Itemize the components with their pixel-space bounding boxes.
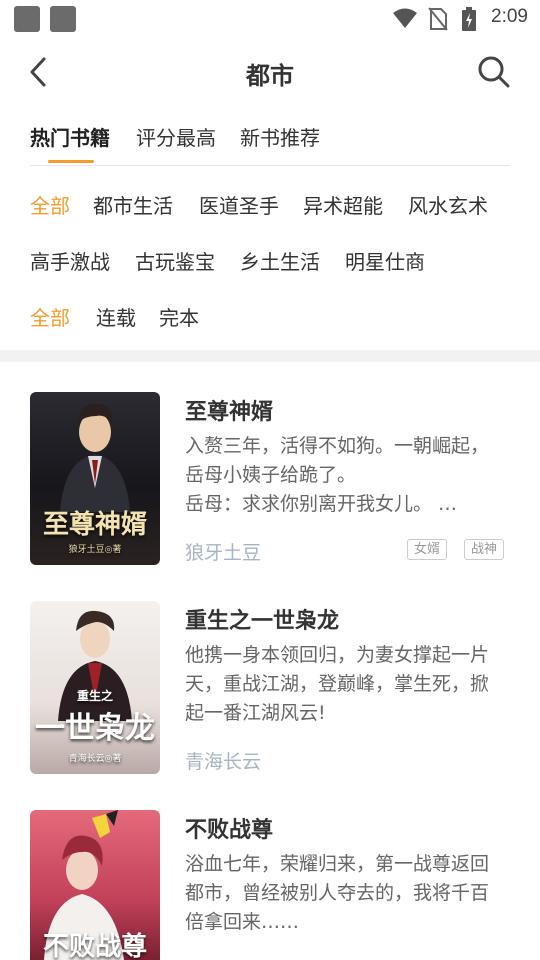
- cover-author: 青海长云◎著: [68, 754, 122, 764]
- tab-active-indicator: [48, 160, 94, 163]
- status-bar: 2:09: [0, 0, 540, 36]
- book-title: 至尊神婿: [185, 400, 274, 425]
- filter-chip[interactable]: 风水玄术: [408, 191, 488, 221]
- cover-title: 不败战尊: [42, 932, 147, 960]
- status-chip-serializing[interactable]: 连载: [96, 303, 136, 333]
- status-filter-row: 全部 连载 完本: [30, 303, 510, 333]
- book-list-item[interactable]: 不败战尊 不败战尊 浴血七年，荣耀归来，第一战尊返回都市，曾经被别人夺去的，我将…: [30, 810, 520, 960]
- tab-new-books[interactable]: 新书推荐: [240, 124, 320, 166]
- book-list-item[interactable]: 重生之 一世枭龙 青海长云◎著 重生之一世枭龙 他携一身本领回归，为妻女撑起一片…: [30, 601, 520, 776]
- filter-chip[interactable]: 高手激战: [30, 247, 110, 277]
- book-description: 他携一身本领回归，为妻女撑起一片天，重战江湖，登巅峰，掌生死，掀起一番江湖风云!: [185, 644, 490, 724]
- book-description: 入赘三年，活得不如狗。一朝崛起，岳母小姨子给跪了。 岳母：求求你别离开我女儿。 …: [185, 435, 490, 515]
- book-title: 不败战尊: [185, 818, 274, 843]
- tab-top-rated[interactable]: 评分最高: [136, 124, 216, 166]
- filter-chip[interactable]: 古玩鉴宝: [135, 247, 215, 277]
- search-button[interactable]: [476, 54, 512, 90]
- book-list-item[interactable]: 至尊神婿 狼牙土豆◎著 至尊神婿 入赘三年，活得不如狗。一朝崛起，岳母小姨子给跪…: [30, 392, 520, 567]
- book-tag: 女婿: [407, 539, 448, 560]
- filter-chip[interactable]: 明星仕商: [345, 247, 425, 277]
- category-filter-row: 全部 都市生活 医道圣手 异术超能 风水玄术: [30, 191, 510, 221]
- tab-bar: 热门书籍 评分最高 新书推荐: [30, 124, 510, 166]
- status-chip-completed[interactable]: 完本: [159, 303, 199, 333]
- notification-icon: [14, 6, 40, 32]
- book-cover: 重生之 一世枭龙 青海长云◎著: [30, 601, 160, 774]
- book-author: 青海长云: [185, 751, 262, 773]
- filter-chip[interactable]: 都市生活: [93, 191, 173, 221]
- filter-chip-all[interactable]: 全部: [30, 191, 70, 221]
- category-filter-row: 高手激战 古玩鉴宝 乡土生活 明星仕商: [30, 247, 510, 277]
- status-chip-all[interactable]: 全部: [30, 303, 70, 333]
- wifi-icon: [393, 8, 417, 28]
- clock-time: 2:09: [491, 6, 528, 27]
- no-sim-icon: [428, 7, 448, 31]
- notification-icon: [50, 6, 76, 32]
- battery-charging-icon: [462, 7, 476, 31]
- cover-subtitle: 重生之: [76, 689, 113, 703]
- cover-title: 至尊神婿: [42, 510, 147, 540]
- section-divider: [0, 350, 540, 362]
- book-cover: 至尊神婿 狼牙土豆◎著: [30, 392, 160, 565]
- book-tag: 战神: [464, 539, 505, 560]
- app-header: 都市: [0, 36, 540, 108]
- book-title: 重生之一世枭龙: [185, 609, 340, 634]
- filter-chip[interactable]: 异术超能: [303, 191, 383, 221]
- page-title: 都市: [246, 62, 294, 90]
- filter-chip[interactable]: 乡土生活: [240, 247, 320, 277]
- cover-author: 狼牙土豆◎著: [68, 545, 122, 555]
- book-description: 浴血七年，荣耀归来，第一战尊返回都市，曾经被别人夺去的，我将千百倍拿回来……: [185, 853, 490, 933]
- book-author: 狼牙土豆: [185, 542, 262, 564]
- book-cover: 不败战尊: [30, 810, 160, 960]
- cover-title: 一世枭龙: [35, 711, 155, 746]
- filter-chip[interactable]: 医道圣手: [199, 191, 279, 221]
